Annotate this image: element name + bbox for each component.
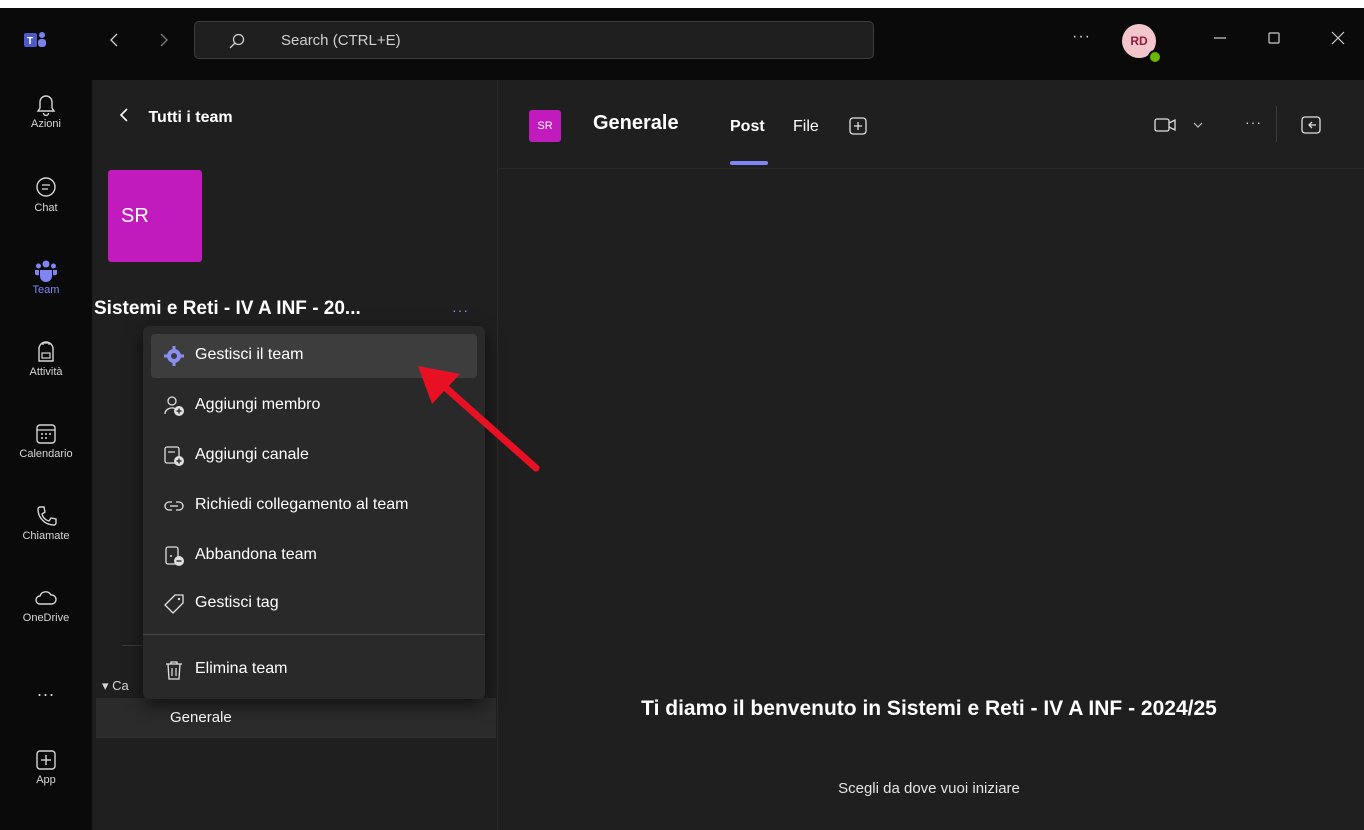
more-options-icon[interactable]: ··· <box>1245 114 1262 130</box>
tag-icon <box>164 594 184 614</box>
welcome-title: Ti diamo il benvenuto in Sistemi e Reti … <box>641 697 1217 720</box>
backpack-icon <box>38 341 54 362</box>
rail-item-attivita[interactable]: Attività <box>0 332 92 402</box>
search-placeholder: Search (CTRL+E) <box>281 32 401 49</box>
cloud-icon <box>35 591 57 605</box>
menu-item-abbandona-team[interactable]: Abbandona team <box>151 534 477 578</box>
main-content: SR Generale Post File ··· Ti diamo il be… <box>499 80 1364 830</box>
add-tab-icon[interactable] <box>849 117 867 135</box>
search-icon <box>229 33 245 49</box>
open-panel-icon[interactable] <box>1301 116 1321 134</box>
divider <box>1276 106 1277 142</box>
menu-item-elimina-team[interactable]: Elimina team <box>151 648 477 692</box>
rail-item-chiamate[interactable]: Chiamate <box>0 496 92 566</box>
rail-item-chat[interactable]: Chat <box>0 168 92 238</box>
team-avatar: SR <box>108 170 202 262</box>
app-rail: Azioni Chat Team Attività Calendario Chi… <box>0 80 92 830</box>
calendar-icon <box>36 424 56 444</box>
more-icon: ... <box>36 680 55 700</box>
channel-item-generale[interactable]: Generale <box>96 698 496 738</box>
add-app-icon <box>36 750 56 770</box>
title-bar: T Search (CTRL+E) ··· RD <box>0 0 1364 80</box>
minimize-icon[interactable] <box>1212 30 1228 46</box>
chevron-left-icon <box>119 108 128 122</box>
gear-icon <box>164 346 184 366</box>
all-teams-label: Tutti i team <box>148 109 233 126</box>
active-tab-indicator <box>730 161 768 165</box>
add-channel-icon <box>164 446 184 466</box>
channel-label: Generale <box>170 709 232 726</box>
channel-title: Generale <box>593 112 679 134</box>
menu-item-gestisci-tag[interactable]: Gestisci tag <box>151 582 477 626</box>
back-icon[interactable] <box>108 33 122 47</box>
close-icon[interactable] <box>1330 30 1346 46</box>
tab-file[interactable]: File <box>793 118 819 136</box>
leave-icon <box>165 546 184 566</box>
teams-icon <box>35 260 57 282</box>
chat-icon <box>36 177 56 197</box>
channel-avatar: SR <box>529 110 561 142</box>
maximize-icon[interactable] <box>1266 30 1282 46</box>
rail-item-azioni[interactable]: Azioni <box>0 84 92 154</box>
phone-icon <box>37 506 57 526</box>
teams-logo-icon: T <box>24 32 46 47</box>
bell-icon <box>36 95 56 116</box>
forward-icon[interactable] <box>156 33 170 47</box>
welcome-subtitle: Scegli da dove vuoi iniziare <box>838 780 1020 797</box>
more-options-icon[interactable]: ··· <box>1072 28 1091 46</box>
chevron-down-icon[interactable] <box>1193 120 1203 130</box>
rail-item-team[interactable]: Team <box>0 250 92 320</box>
menu-divider <box>143 634 485 635</box>
link-icon <box>164 501 184 511</box>
team-name: Sistemi e Reti - IV A INF - 20... <box>94 298 361 319</box>
team-more-options-icon[interactable]: ··· <box>452 302 469 318</box>
presence-available-icon <box>1148 50 1162 64</box>
all-teams-back-link[interactable]: Tutti i team <box>118 108 233 127</box>
trash-icon <box>166 661 182 680</box>
add-person-icon <box>164 396 184 416</box>
rail-item-app[interactable]: App <box>0 740 92 810</box>
search-input[interactable]: Search (CTRL+E) <box>194 21 874 59</box>
channels-section-header[interactable]: ▾ Ca <box>102 678 129 694</box>
svg-text:T: T <box>27 36 33 47</box>
rail-item-calendario[interactable]: Calendario <box>0 414 92 484</box>
tab-post[interactable]: Post <box>730 118 765 136</box>
menu-item-richiedi-collegamento[interactable]: Richiedi collegamento al team <box>151 484 477 528</box>
rail-item-more[interactable]: ... <box>0 670 92 740</box>
annotation-arrow-icon <box>418 366 540 472</box>
channel-header: SR Generale Post File ··· <box>499 80 1364 169</box>
window-frame-top <box>0 0 1364 8</box>
rail-item-onedrive[interactable]: OneDrive <box>0 578 92 648</box>
video-call-icon[interactable] <box>1154 116 1176 134</box>
